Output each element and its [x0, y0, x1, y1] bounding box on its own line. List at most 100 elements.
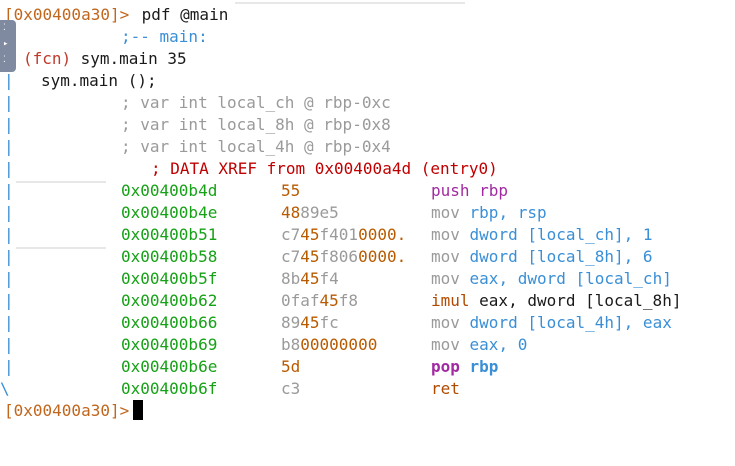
var-line: | ; var int local_4h @ rbp-0x4 — [0, 136, 391, 158]
instruction-bytes: 8b45f4 — [281, 268, 339, 290]
instruction-text: push rbp — [431, 180, 508, 202]
instruction-address: 0x00400b4e — [121, 203, 218, 222]
instruction-address: 0x00400b66 — [121, 313, 218, 332]
side-panel-handle[interactable]: ⁚ ▸ ⁚ — [0, 20, 16, 72]
byte-chunk: 8b — [281, 269, 301, 288]
instruction-text: mov rbp, rsp — [431, 202, 547, 224]
tree-bar: | — [4, 291, 14, 310]
instruction-address: 0x00400b62 — [121, 291, 218, 310]
operands: dword [local_4h], eax — [459, 313, 672, 332]
mnemonic: pop — [431, 357, 460, 376]
operands: rbp, rsp — [459, 203, 547, 222]
operands: dword [local_8h], 6 — [459, 247, 653, 266]
instruction-text: mov eax, 0 — [431, 334, 527, 356]
byte-chunk: f401 — [319, 225, 359, 244]
var-comment: ; var int local_4h @ rbp-0x4 — [121, 137, 391, 156]
byte-chunk: f8 — [338, 291, 359, 310]
tree-bar: \ — [0, 379, 10, 398]
byte-chunk: c7 — [281, 225, 301, 244]
byte-chunk: f806 — [319, 247, 359, 266]
instruction-text: mov dword [local_ch], 1 — [431, 224, 653, 246]
tree-bar: | — [4, 137, 14, 156]
instruction-address: 0x00400b4d — [121, 181, 218, 200]
instruction-address: 0x00400b5f — [121, 269, 218, 288]
byte-chunk: 45 — [300, 225, 320, 244]
var-line: | ; var int local_ch @ rbp-0xc — [0, 92, 391, 114]
operands: eax, 0 — [459, 335, 528, 354]
instruction-text: mov dword [local_8h], 6 — [431, 246, 653, 268]
sym-call: sym.main (); — [41, 71, 157, 90]
mnemonic: mov — [431, 247, 460, 266]
byte-chunk: c7 — [281, 247, 301, 266]
instruction-text: mov dword [local_4h], eax — [431, 312, 672, 334]
tree-bar: | — [4, 335, 14, 354]
byte-chunk: 0000. — [358, 247, 407, 266]
prompt-text: [0x00400a30]> — [4, 401, 130, 420]
grip-icon: ⁚ — [3, 55, 6, 65]
mnemonic: mov — [431, 335, 460, 354]
operands: eax, dword [local_ch] — [459, 269, 672, 288]
instruction-bytes: 4889e5 — [281, 202, 339, 224]
byte-chunk: f4 — [319, 269, 339, 288]
byte-chunk: 00000000 — [300, 335, 378, 354]
tree-bar: | — [4, 203, 14, 222]
mnemonic: mov — [431, 313, 460, 332]
mnemonic: mov — [431, 269, 460, 288]
byte-chunk: c3 — [281, 379, 301, 398]
var-comment: ; var int local_ch @ rbp-0xc — [121, 93, 391, 112]
tree-bar: | — [4, 313, 14, 332]
faint-background-text — [235, 2, 465, 4]
tree-bar: | — [4, 93, 14, 112]
tree-bar: | — [4, 181, 14, 200]
byte-chunk: 48 — [281, 203, 301, 222]
prompt-line[interactable]: [0x00400a30]> — [0, 400, 144, 422]
instruction-address: 0x00400b58 — [121, 247, 218, 266]
instruction-address: 0x00400b69 — [121, 335, 218, 354]
instruction-bytes: 5d — [281, 356, 300, 378]
mnemonic: push rbp — [431, 181, 509, 200]
instruction-address: 0x00400b6e — [121, 357, 218, 376]
tree-bar: | — [4, 225, 14, 244]
byte-chunk: fc — [319, 313, 339, 332]
fcn-name: sym.main 35 — [71, 49, 187, 68]
instruction-bytes: 0faf45f8 — [281, 290, 358, 312]
terminal-window[interactable]: [0x00400a30]> pdf @main ;-- main: (fcn) … — [0, 0, 735, 428]
var-comment: ; var int local_8h @ rbp-0x8 — [121, 115, 391, 134]
byte-chunk: 45 — [300, 269, 320, 288]
instruction-text: pop rbp — [431, 356, 498, 378]
byte-chunk: 0faf — [281, 291, 320, 310]
byte-chunk: 0000. — [358, 225, 407, 244]
instruction-bytes: b800000000 — [281, 334, 377, 356]
byte-chunk: 45 — [319, 291, 339, 310]
tree-bar: | — [4, 269, 14, 288]
play-icon: ▸ — [3, 39, 9, 49]
grip-icon: ⁚ — [3, 23, 6, 33]
instruction-bytes: 55 — [281, 180, 300, 202]
byte-chunk: 89 — [281, 313, 301, 332]
mnemonic: ret — [431, 379, 460, 398]
instruction-text: ret — [431, 378, 460, 400]
instruction-bytes: c745f8060000. — [281, 246, 406, 268]
byte-chunk: 45 — [300, 313, 320, 332]
byte-chunk: 5d — [281, 357, 301, 376]
byte-chunk: 89e5 — [300, 203, 339, 222]
mnemonic: mov — [431, 225, 460, 244]
xref-line: | ; DATA XREF from 0x00400a4d (entry0) — [0, 158, 498, 180]
var-line: | ; var int local_8h @ rbp-0x8 — [0, 114, 391, 136]
mnemonic: mov — [431, 203, 460, 222]
tree-bar: | — [4, 71, 14, 90]
operands: eax, dword [local_8h] — [469, 291, 682, 310]
xref-comment: ; DATA XREF from 0x00400a4d (entry0) — [151, 159, 498, 178]
instruction-bytes: 8945fc — [281, 312, 339, 334]
tree-bar: | — [4, 357, 14, 376]
instruction-bytes: c745f4010000. — [281, 224, 406, 246]
faint-background-text — [16, 247, 106, 249]
tree-bar: | — [4, 159, 14, 178]
prompt: [0x00400a30]> — [4, 5, 130, 24]
instruction-text: mov eax, dword [local_ch] — [431, 268, 672, 290]
instruction-text: imul eax, dword [local_8h] — [431, 290, 681, 312]
byte-chunk: 45 — [300, 247, 320, 266]
tree-bar: | — [4, 247, 14, 266]
instruction-bytes: c3 — [281, 378, 300, 400]
operands: rbp — [459, 357, 499, 376]
